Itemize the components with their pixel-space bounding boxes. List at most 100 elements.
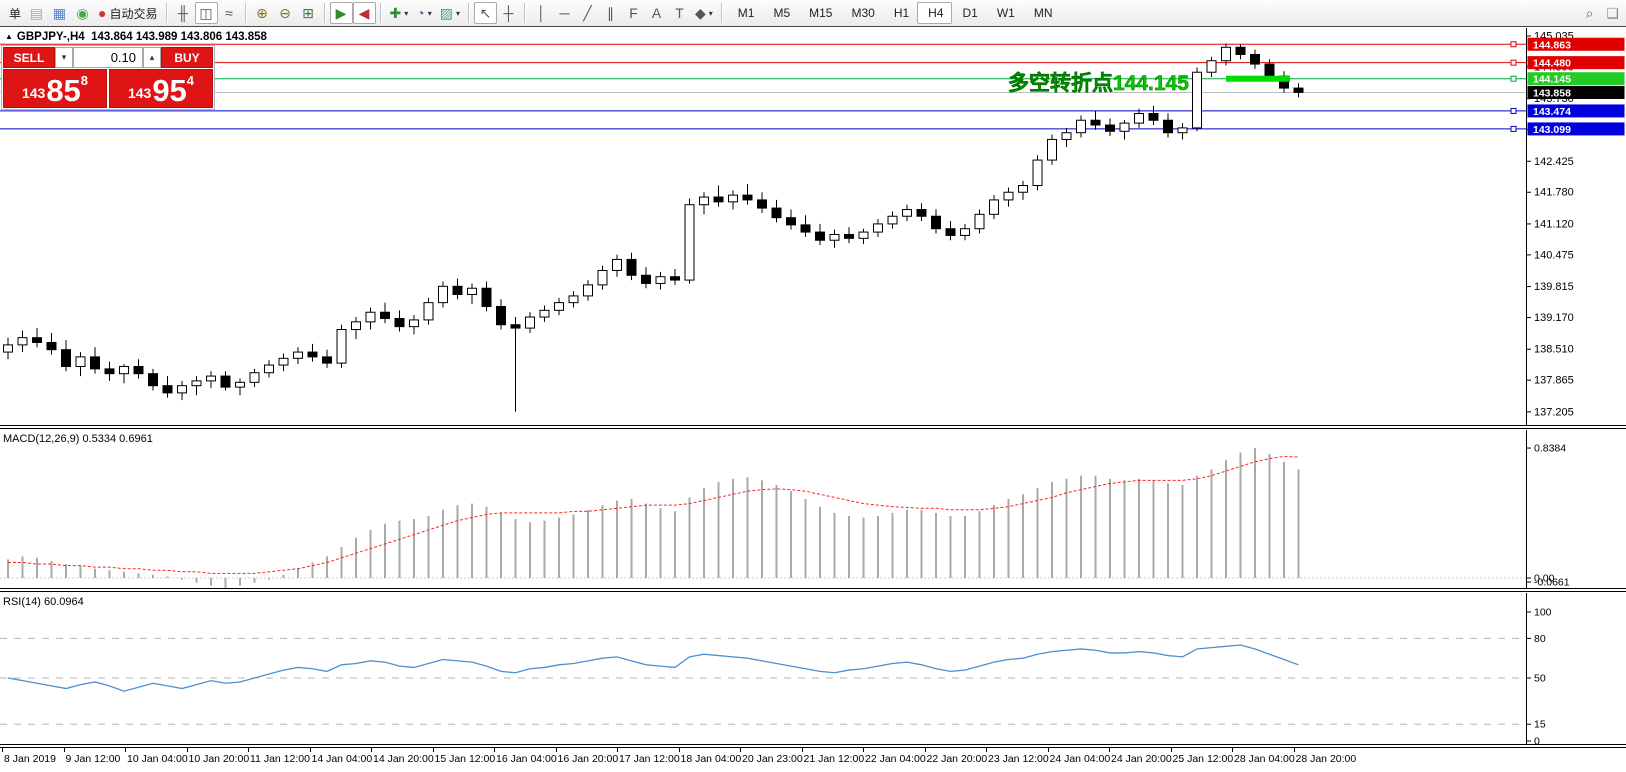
macd-pane[interactable]: 0.83840.00-0.0661: [0, 430, 1626, 588]
price-chart-pane[interactable]: 145.035144.390143.730143.085142.425141.7…: [0, 28, 1626, 425]
arrows-icon[interactable]: ◆▾: [691, 2, 717, 24]
zoom-out-icon[interactable]: ⊖: [274, 2, 297, 24]
text-label-icon: T: [675, 6, 684, 20]
tf-m30-label: M30: [851, 6, 874, 20]
price-badge-label: 144.145: [1533, 74, 1571, 86]
time-axis-label: 24 Jan 20:00: [1111, 753, 1172, 765]
tf-d1[interactable]: D1: [952, 2, 986, 24]
crosshair-button[interactable]: ┼: [497, 2, 520, 24]
candlestick: [859, 232, 868, 238]
channel-icon[interactable]: ∥: [599, 2, 622, 24]
line-handle[interactable]: [1511, 42, 1516, 47]
time-axis-label: 8 Jan 2019: [4, 753, 56, 765]
tf-m30[interactable]: M30: [840, 2, 882, 24]
text-icon: A: [652, 6, 661, 20]
time-axis-label: 11 Jan 12:00: [250, 753, 310, 765]
candlestick: [18, 338, 27, 345]
fibonacci-icon[interactable]: F: [622, 2, 645, 24]
tf-h1[interactable]: H1: [883, 2, 917, 24]
thick-trend-segment[interactable]: [1226, 76, 1290, 82]
bar-chart-icon[interactable]: ╫: [172, 2, 195, 24]
line-handle[interactable]: [1511, 76, 1516, 81]
rsi-pane[interactable]: 1008050150: [0, 593, 1626, 745]
data-window-icon[interactable]: ▦: [48, 2, 71, 24]
candlestick: [743, 195, 752, 200]
ohlc-values: 143.864 143.989 143.806 143.858: [91, 31, 267, 43]
pane-splitter[interactable]: [0, 425, 1626, 429]
volume-input[interactable]: [73, 47, 143, 68]
candlestick: [830, 234, 839, 240]
trendline-icon[interactable]: ╱: [576, 2, 599, 24]
candlestick: [888, 216, 897, 224]
candlestick: [192, 381, 201, 386]
price-badge-label: 143.858: [1533, 87, 1571, 99]
navigator-icon[interactable]: ◉: [71, 2, 94, 24]
text-label-icon[interactable]: T: [668, 2, 691, 24]
time-axis-label: 22 Jan 20:00: [927, 753, 988, 765]
line-chart-icon[interactable]: ≈: [218, 2, 241, 24]
autotrading-button[interactable]: ●自动交易: [94, 2, 161, 24]
time-tick: [1109, 748, 1110, 752]
tf-m5[interactable]: M5: [762, 2, 798, 24]
symbol-period-label: GBPJPY-,H4: [17, 31, 85, 43]
tf-m15[interactable]: M15: [798, 2, 840, 24]
candlestick: [1251, 54, 1260, 64]
tf-h4[interactable]: H4: [917, 2, 951, 24]
candlestick-chart-icon[interactable]: ◫: [195, 2, 218, 24]
annotation-text[interactable]: 多空转折点144.145: [1008, 71, 1189, 95]
templates-button[interactable]: ▨▾: [436, 2, 464, 24]
chevron-down-icon: ▾: [404, 9, 408, 18]
channel-icon: ∥: [607, 6, 614, 20]
line-handle[interactable]: [1511, 60, 1516, 65]
vertical-line-icon[interactable]: │: [530, 2, 553, 24]
periods-button[interactable]: ◔▾: [412, 2, 435, 24]
candlestick: [76, 357, 85, 367]
tf-m1[interactable]: M1: [727, 2, 763, 24]
zoom-in-icon[interactable]: ⊕: [251, 2, 274, 24]
horizontal-line-objects[interactable]: [0, 44, 1526, 129]
volume-decrease-button[interactable]: ▾: [55, 47, 73, 68]
candlestick: [801, 225, 810, 232]
candlestick: [439, 286, 448, 302]
chat-icon[interactable]: ❏: [1601, 2, 1624, 24]
collapse-icon[interactable]: ▲: [5, 32, 13, 41]
crosshair-button: ┼: [504, 6, 514, 20]
time-axis-label: 14 Jan 20:00: [373, 753, 434, 765]
candlestick: [772, 208, 781, 218]
pane-splitter[interactable]: [0, 588, 1626, 592]
sell-price-display[interactable]: 143 85 8: [3, 69, 107, 108]
candlestick: [555, 303, 564, 311]
buy-button[interactable]: BUY: [161, 47, 213, 68]
sell-button[interactable]: SELL: [3, 47, 55, 68]
tf-h1-label: H1: [894, 6, 909, 20]
auto-scroll-button[interactable]: ▶: [330, 2, 353, 24]
candlestick: [149, 374, 158, 386]
indicators-button[interactable]: ✚▾: [386, 2, 413, 24]
candlestick: [787, 218, 796, 225]
horizontal-line-icon[interactable]: ─: [553, 2, 576, 24]
new-order-button[interactable]: 单: [2, 2, 25, 24]
cursor-button[interactable]: ↖: [474, 2, 497, 24]
candlestick: [526, 317, 535, 328]
time-tick: [679, 748, 680, 752]
volume-increase-button[interactable]: ▴: [143, 47, 161, 68]
toolbar-separator: [166, 3, 168, 23]
candlestick: [236, 382, 245, 387]
tile-windows-icon[interactable]: ⊞: [297, 2, 320, 24]
market-watch-icon[interactable]: ▤: [25, 2, 48, 24]
candlestick: [105, 369, 114, 374]
line-handle[interactable]: [1511, 126, 1516, 131]
time-tick: [617, 748, 618, 752]
line-handle[interactable]: [1511, 108, 1516, 113]
chevron-down-icon: ▾: [428, 9, 432, 18]
tf-w1[interactable]: W1: [986, 2, 1023, 24]
tf-mn[interactable]: MN: [1023, 2, 1061, 24]
text-icon[interactable]: A: [645, 2, 668, 24]
candlestick: [685, 205, 694, 280]
buy-price-display[interactable]: 143 95 4: [109, 69, 213, 108]
chart-shift-button: ◀: [359, 6, 370, 20]
autotrading-button-label: 自动交易: [109, 5, 157, 22]
chart-shift-button[interactable]: ◀: [353, 2, 376, 24]
buy-price-sup: 4: [187, 73, 194, 88]
search-icon[interactable]: ⌕: [1578, 2, 1601, 24]
